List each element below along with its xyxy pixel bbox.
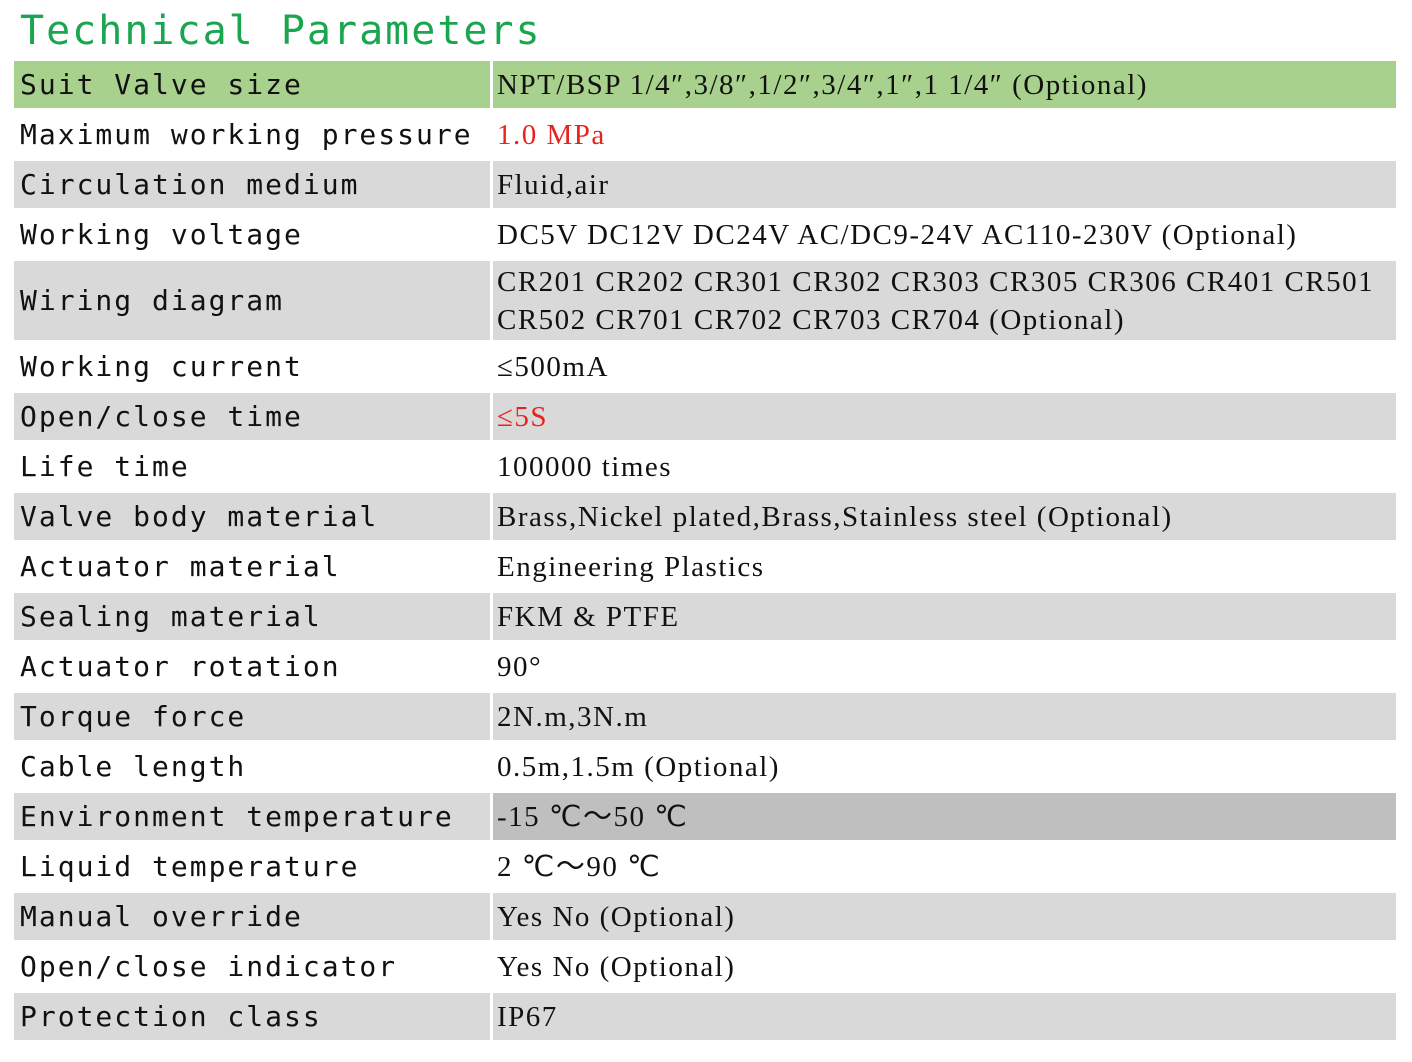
parameter-label: Maximum working pressure [14,111,490,161]
table-row: Actuator rotation 90° [14,643,1396,693]
parameter-value: -15 ℃～50 ℃ [493,793,1396,843]
parameter-label: Actuator rotation [14,643,490,693]
table-row: Working current ≤500mA [14,343,1396,393]
parameter-value: IP67 [493,993,1396,1043]
table-row: Protection class IP67 [14,993,1396,1043]
parameter-value: DC5V DC12V DC24V AC/DC9-24V AC110-230V (… [493,211,1396,261]
parameter-value: Brass,Nickel plated,Brass,Stainless stee… [493,493,1396,543]
table-row: Suit Valve size NPT/BSP 1/4″,3/8″,1/2″,3… [14,61,1396,111]
parameter-value: FKM & PTFE [493,593,1396,643]
parameter-value: Yes No (Optional) [493,943,1396,993]
parameter-value: Fluid,air [493,161,1396,211]
parameter-label: Valve body material [14,493,490,543]
parameter-label: Cable length [14,743,490,793]
parameter-label: Torque force [14,693,490,743]
parameter-label: Life time [14,443,490,493]
parameter-value: Engineering Plastics [493,543,1396,593]
table-row: Liquid temperature 2 ℃～90 ℃ [14,843,1396,893]
parameter-label: Working voltage [14,211,490,261]
parameter-value: CR201 CR202 CR301 CR302 CR303 CR305 CR30… [493,261,1396,343]
parameter-label: Environment temperature [14,793,490,843]
parameters-table: Suit Valve size NPT/BSP 1/4″,3/8″,1/2″,3… [14,61,1396,1043]
parameter-label: Suit Valve size [14,61,490,111]
table-row: Open/close indicator Yes No (Optional) [14,943,1396,993]
table-row: Torque force 2N.m,3N.m [14,693,1396,743]
parameter-label: Open/close indicator [14,943,490,993]
table-row: Wiring diagram CR201 CR202 CR301 CR302 C… [14,261,1396,343]
parameter-value: 90° [493,643,1396,693]
parameter-label: Open/close time [14,393,490,443]
table-row: Maximum working pressure 1.0 MPa [14,111,1396,161]
parameter-value: Yes No (Optional) [493,893,1396,943]
parameter-value: ≤500mA [493,343,1396,393]
parameter-value: 0.5m,1.5m (Optional) [493,743,1396,793]
table-row: Open/close time ≤5S [14,393,1396,443]
parameter-label: Working current [14,343,490,393]
parameter-label: Liquid temperature [14,843,490,893]
table-row: Manual override Yes No (Optional) [14,893,1396,943]
table-row: Working voltage DC5V DC12V DC24V AC/DC9-… [14,211,1396,261]
parameter-value: NPT/BSP 1/4″,3/8″,1/2″,3/4″,1″,1 1/4″ (O… [493,61,1396,111]
parameter-label: Circulation medium [14,161,490,211]
parameter-label: Sealing material [14,593,490,643]
parameter-label: Manual override [14,893,490,943]
page-title: Technical Parameters [20,8,542,54]
parameter-label: Actuator material [14,543,490,593]
parameter-value: 2N.m,3N.m [493,693,1396,743]
parameter-value: 2 ℃～90 ℃ [493,843,1396,893]
table-row: Sealing material FKM & PTFE [14,593,1396,643]
table-row: Actuator material Engineering Plastics [14,543,1396,593]
table-row: Life time 100000 times [14,443,1396,493]
parameter-value: 1.0 MPa [493,111,1396,161]
table-row: Circulation medium Fluid,air [14,161,1396,211]
parameter-value: ≤5S [493,393,1396,443]
table-row: Cable length 0.5m,1.5m (Optional) [14,743,1396,793]
table-row: Environment temperature -15 ℃～50 ℃ [14,793,1396,843]
parameter-value: 100000 times [493,443,1396,493]
parameter-label: Protection class [14,993,490,1043]
table-row: Valve body material Brass,Nickel plated,… [14,493,1396,543]
parameter-label: Wiring diagram [14,261,490,343]
